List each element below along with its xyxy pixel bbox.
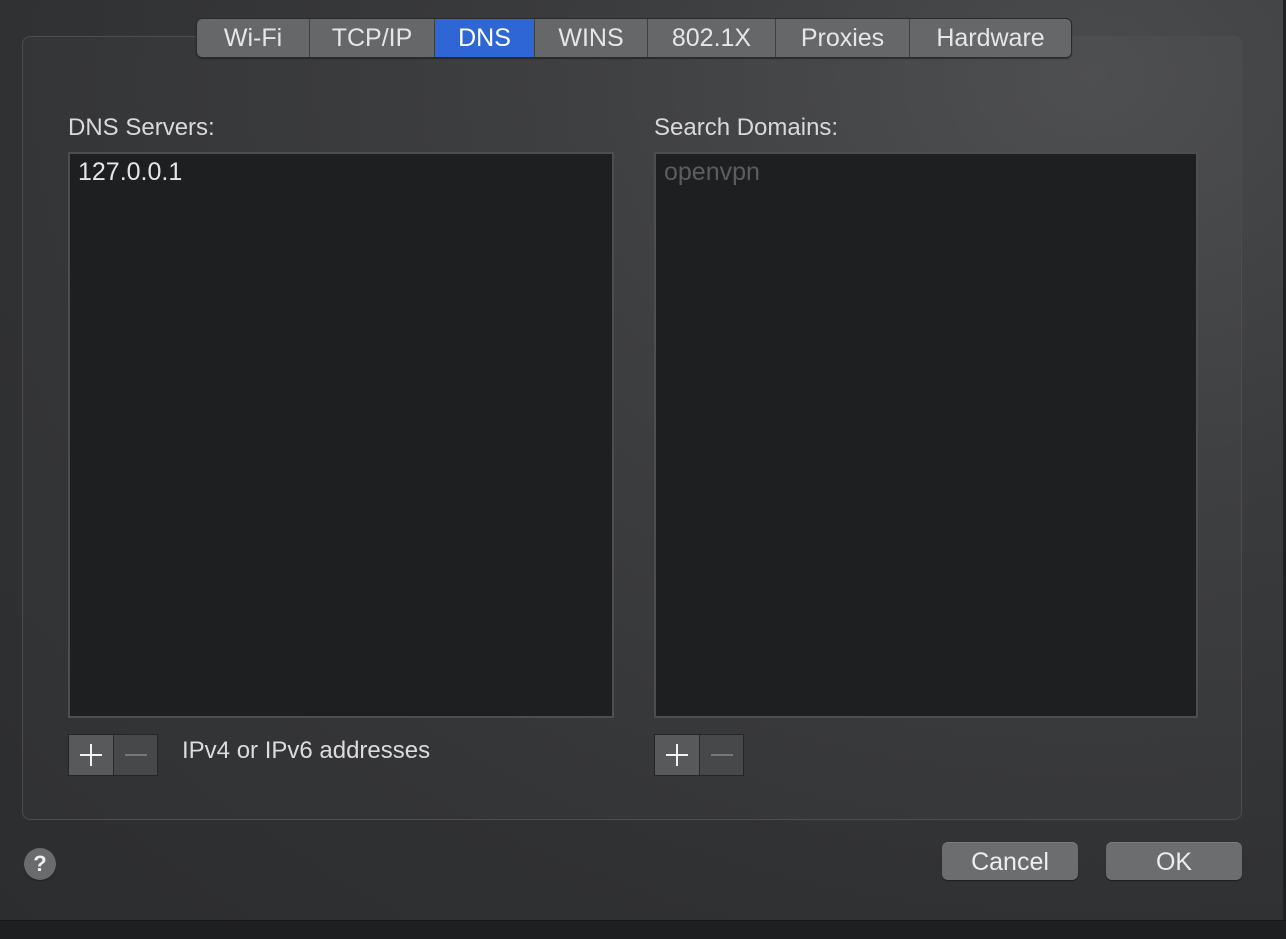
search-add-button[interactable]: [655, 735, 699, 775]
dns-add-remove-group: [68, 734, 158, 776]
dns-server-entry[interactable]: 127.0.0.1: [78, 158, 182, 187]
window-bottom-strip: [0, 920, 1286, 939]
tab-wifi[interactable]: Wi-Fi: [197, 19, 310, 57]
help-button[interactable]: ?: [24, 848, 56, 880]
tab-8021x[interactable]: 802.1X: [648, 19, 776, 57]
tab-wins[interactable]: WINS: [535, 19, 648, 57]
dns-servers-list[interactable]: 127.0.0.1: [68, 152, 614, 718]
dns-add-button[interactable]: [69, 735, 113, 775]
cancel-button[interactable]: Cancel: [942, 842, 1078, 880]
tab-tcpip[interactable]: TCP/IP: [310, 19, 435, 57]
search-add-remove-group: [654, 734, 744, 776]
dns-servers-label: DNS Servers:: [68, 114, 215, 141]
search-domains-list[interactable]: openvpn: [654, 152, 1198, 718]
search-domains-label: Search Domains:: [654, 114, 839, 141]
search-remove-button[interactable]: [699, 735, 743, 775]
ok-button[interactable]: OK: [1106, 842, 1242, 880]
tab-proxies[interactable]: Proxies: [776, 19, 910, 57]
dns-hint-text: IPv4 or IPv6 addresses: [182, 737, 431, 764]
dns-remove-button[interactable]: [113, 735, 157, 775]
tab-bar: Wi-Fi TCP/IP DNS WINS 802.1X Proxies Har…: [196, 18, 1072, 58]
tab-dns[interactable]: DNS: [435, 19, 535, 57]
tab-hardware[interactable]: Hardware: [910, 19, 1071, 57]
search-domain-placeholder: openvpn: [664, 158, 760, 186]
